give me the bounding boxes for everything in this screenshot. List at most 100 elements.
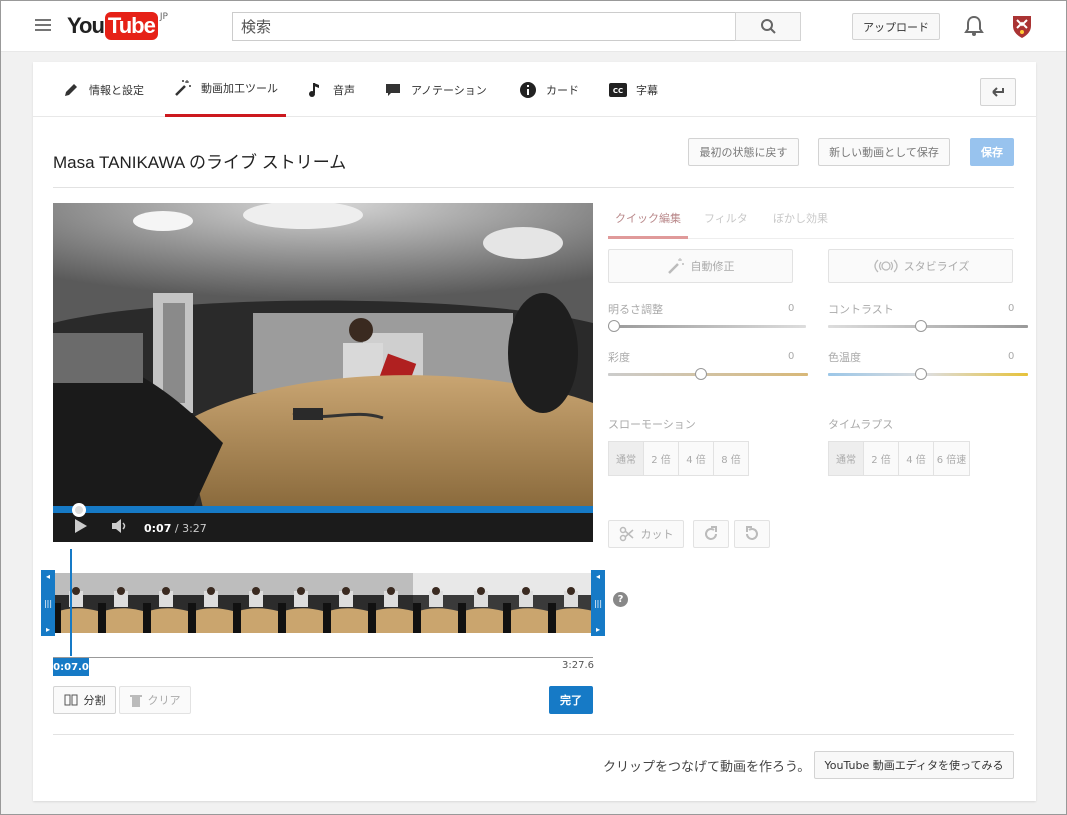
scissors-icon: [619, 526, 633, 542]
trim-end-handle[interactable]: ◂ ||| ▸: [591, 570, 605, 636]
color-temperature-label: 色温度: [828, 351, 861, 364]
progress-scrubber[interactable]: [72, 503, 86, 517]
brightness-slider-thumb[interactable]: [608, 320, 620, 332]
tab-audio[interactable]: 音声: [305, 62, 355, 117]
magic-wand-icon: [173, 78, 193, 98]
logo-you-text: You: [67, 13, 105, 38]
thumbnail-frame: [458, 573, 503, 633]
contrast-label: コントラスト: [828, 303, 894, 316]
timelapse-option[interactable]: 6 倍速: [934, 442, 969, 475]
brightness-slider[interactable]: [608, 325, 806, 328]
timeline-ruler: [53, 657, 593, 658]
tab-label: 情報と設定: [89, 83, 144, 97]
timelapse-option[interactable]: 2 倍: [864, 442, 899, 475]
magic-wand-icon: [667, 258, 684, 274]
cc-icon: CC: [608, 80, 628, 100]
slow-motion-option[interactable]: 通常: [609, 442, 644, 475]
revert-button[interactable]: 最初の状態に戻す: [688, 138, 799, 166]
music-note-icon: [305, 80, 325, 100]
notification-bell-icon[interactable]: [963, 14, 985, 38]
saturation-slider-thumb[interactable]: [695, 368, 707, 380]
trim-end-time: 3:27.6: [562, 660, 594, 671]
trim-start-time-badge: 0:07.0: [53, 658, 89, 676]
split-button[interactable]: 分割: [53, 686, 116, 714]
volume-icon[interactable]: [111, 518, 129, 534]
color-temperature-slider[interactable]: [828, 373, 1028, 376]
info-icon: [518, 80, 538, 100]
stabilize-icon: [874, 259, 898, 273]
thumbnail-frame: [233, 573, 278, 633]
search-button[interactable]: [735, 12, 801, 41]
trim-start-handle[interactable]: ◂ ||| ▸: [41, 570, 55, 636]
player-controls: [53, 508, 593, 542]
subtab-blur-effects[interactable]: ぼかし効果: [773, 210, 828, 226]
contrast-value: 0: [1008, 303, 1015, 314]
subtab-quick-edit[interactable]: クイック編集: [615, 210, 681, 226]
brightness-value: 0: [788, 303, 795, 314]
slow-motion-option[interactable]: 2 倍: [644, 442, 679, 475]
redo-button[interactable]: [693, 520, 729, 548]
playhead-marker[interactable]: [70, 549, 72, 656]
thumbnail-frame: [503, 573, 548, 633]
auto-fix-button[interactable]: 自動修正: [608, 249, 793, 283]
search-input[interactable]: 検索: [232, 12, 736, 41]
saturation-slider[interactable]: [608, 373, 808, 376]
tab-label: 音声: [333, 83, 355, 97]
pencil-icon: [61, 80, 81, 100]
saturation-label: 彩度: [608, 351, 630, 364]
help-icon[interactable]: ?: [613, 592, 628, 607]
color-temperature-slider-thumb[interactable]: [915, 368, 927, 380]
tab-label: 動画加工ツール: [201, 82, 278, 95]
saturation-value: 0: [788, 351, 795, 362]
done-button[interactable]: 完了: [549, 686, 593, 714]
split-label: 分割: [83, 694, 106, 707]
timelapse-option[interactable]: 通常: [829, 442, 864, 475]
thumbnail-frame: [548, 573, 593, 633]
thumbnail-frame: [413, 573, 458, 633]
menu-icon[interactable]: [35, 19, 51, 31]
tab-annotations[interactable]: アノテーション: [383, 62, 487, 117]
upload-button[interactable]: アップロード: [852, 13, 940, 40]
tab-label: 字幕: [636, 83, 658, 97]
video-preview[interactable]: [53, 203, 593, 508]
svg-text:CC: CC: [613, 87, 623, 95]
subtab-filters[interactable]: フィルタ: [704, 210, 748, 226]
save-as-new-button[interactable]: 新しい動画として保存: [818, 138, 950, 166]
cut-button[interactable]: カット: [608, 520, 684, 548]
contrast-slider[interactable]: [828, 325, 1028, 328]
logo-tube-text: Tube: [104, 12, 158, 40]
timelapse-option[interactable]: 4 倍: [899, 442, 934, 475]
stabilize-button[interactable]: スタビライズ: [828, 249, 1013, 283]
split-icon: [64, 694, 77, 706]
tab-enhancements[interactable]: 動画加工ツール: [165, 62, 286, 117]
youtube-logo[interactable]: You Tube JP: [67, 12, 168, 40]
slow-motion-option[interactable]: 4 倍: [679, 442, 714, 475]
save-button[interactable]: 保存: [970, 138, 1014, 166]
undo-icon: [746, 526, 758, 540]
contrast-slider-thumb[interactable]: [915, 320, 927, 332]
tab-cards[interactable]: カード: [518, 62, 579, 117]
undo-button[interactable]: [734, 520, 770, 548]
speech-bubble-icon: [383, 80, 403, 100]
clear-button[interactable]: クリア: [119, 686, 191, 714]
color-temperature-value: 0: [1008, 351, 1015, 362]
play-icon[interactable]: [73, 518, 89, 534]
time-display: 0:07 / 3:27: [144, 522, 207, 535]
cut-label: カット: [640, 528, 674, 541]
avatar[interactable]: [1009, 13, 1035, 39]
back-button[interactable]: [980, 78, 1016, 106]
current-time: 0:07: [144, 522, 172, 535]
thumbnail-frame: [143, 573, 188, 633]
clear-label: クリア: [147, 694, 181, 707]
tab-subtitles[interactable]: CC 字幕: [608, 62, 658, 117]
slow-motion-option[interactable]: 8 倍: [714, 442, 748, 475]
thumbnail-strip[interactable]: [53, 573, 593, 633]
footer-divider: [53, 734, 1014, 735]
top-bar: You Tube JP 検索 アップロード: [1, 1, 1066, 52]
video-editor-button[interactable]: YouTube 動画エディタを使ってみる: [814, 751, 1014, 779]
tab-info-settings[interactable]: 情報と設定: [61, 62, 144, 117]
editor-card: 情報と設定 動画加工ツール 音声 アノテーション カード CC 字幕 Masa …: [33, 62, 1036, 801]
tab-label: カード: [546, 83, 579, 97]
progress-bar[interactable]: [53, 506, 593, 513]
logo-region: JP: [159, 12, 168, 22]
